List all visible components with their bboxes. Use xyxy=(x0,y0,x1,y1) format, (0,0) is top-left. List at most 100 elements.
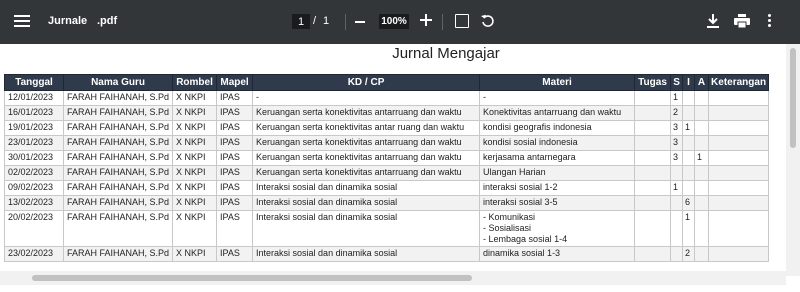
column-header: Keterangan xyxy=(708,74,770,91)
file-name: Jurnale xyxy=(48,15,88,27)
column-header: A xyxy=(694,74,710,91)
cell-guru: FARAH FAIHANAH, S.Pd xyxy=(62,105,174,121)
table-row: 16/01/2023 FARAH FAIHANAH, S.Pd X NKPI IPAS… xyxy=(4,105,770,121)
file-extension: .pdf xyxy=(97,15,118,27)
page-number-input[interactable] xyxy=(292,14,310,29)
cell-s: 3 xyxy=(670,150,684,166)
toolbar-divider xyxy=(345,14,346,30)
cell-a xyxy=(694,105,710,121)
cell-mapel: IPAS xyxy=(216,195,254,211)
cell-keterangan xyxy=(708,120,770,136)
cell-materi: Ulangan Harian xyxy=(479,165,636,181)
cell-kd: Keruangan serta konektivitas antarruang … xyxy=(252,105,481,121)
column-header: KD / CP xyxy=(252,74,481,91)
cell-rombel: X NKPI xyxy=(172,120,218,136)
rotate-icon[interactable] xyxy=(480,13,496,29)
cell-guru: FARAH FAIHANAH, S.Pd xyxy=(62,165,174,181)
table-header-row: Tanggal Nama Guru Rombel Mapel KD / CP M… xyxy=(4,74,770,91)
plus-icon[interactable] xyxy=(420,14,432,26)
cell-i: 6 xyxy=(682,195,696,211)
cell-kd: Interaksi sosial dan dinamika sosial xyxy=(252,180,481,196)
cell-kd: Keruangan serta konektivitas antarruang … xyxy=(252,165,481,181)
cell-keterangan xyxy=(708,90,770,106)
cell-rombel: X NKPI xyxy=(172,210,218,247)
table-row: 09/02/2023 FARAH FAIHANAH, S.Pd X NKPI IPAS… xyxy=(4,180,770,196)
scrollbar-thumb[interactable] xyxy=(790,48,796,148)
minus-icon[interactable] xyxy=(355,21,365,23)
materi-line: kondisi geografis indonesia xyxy=(483,122,592,132)
cell-mapel: IPAS xyxy=(216,120,254,136)
materi-line: interaksi sosial 1-2 xyxy=(483,182,558,192)
cell-mapel: IPAS xyxy=(216,150,254,166)
column-header: Tugas xyxy=(634,74,672,91)
cell-guru: FARAH FAIHANAH, S.Pd xyxy=(62,246,174,262)
cell-guru: FARAH FAIHANAH, S.Pd xyxy=(62,90,174,106)
cell-materi: dinamika sosial 1-3 xyxy=(479,246,636,262)
print-icon[interactable] xyxy=(734,14,750,28)
vertical-scrollbar[interactable] xyxy=(786,44,800,276)
fit-page-icon[interactable] xyxy=(455,14,469,28)
document-title: Jurnal Mengajar xyxy=(392,45,500,62)
cell-guru: FARAH FAIHANAH, S.Pd xyxy=(62,210,174,247)
column-header: Rombel xyxy=(172,74,218,91)
materi-line: kondisi sosial indonesia xyxy=(483,137,578,147)
cell-tanggal: 02/02/2023 xyxy=(4,165,64,181)
table-row: 02/02/2023 FARAH FAIHANAH, S.Pd X NKPI IPAS… xyxy=(4,165,770,181)
cell-rombel: X NKPI xyxy=(172,180,218,196)
cell-rombel: X NKPI xyxy=(172,90,218,106)
cell-guru: FARAH FAIHANAH, S.Pd xyxy=(62,135,174,151)
cell-s: 2 xyxy=(670,105,684,121)
cell-materi: interaksi sosial 3-5 xyxy=(479,195,636,211)
cell-guru: FARAH FAIHANAH, S.Pd xyxy=(62,195,174,211)
page-separator: / xyxy=(313,15,317,27)
horizontal-scrollbar[interactable] xyxy=(0,271,786,285)
cell-s: 3 xyxy=(670,135,684,151)
cell-s xyxy=(670,246,684,262)
cell-keterangan xyxy=(708,180,770,196)
cell-tugas xyxy=(634,135,672,151)
cell-i xyxy=(682,165,696,181)
table-row: 20/02/2023 FARAH FAIHANAH, S.Pd X NKPI IPAS… xyxy=(4,210,770,247)
cell-a xyxy=(694,90,710,106)
cell-s: 1 xyxy=(670,180,684,196)
cell-keterangan xyxy=(708,150,770,166)
cell-i xyxy=(682,150,696,166)
cell-rombel: X NKPI xyxy=(172,246,218,262)
cell-rombel: X NKPI xyxy=(172,150,218,166)
cell-materi: kondisi sosial indonesia xyxy=(479,135,636,151)
cell-tanggal: 12/01/2023 xyxy=(4,90,64,106)
cell-keterangan xyxy=(708,210,770,247)
cell-a xyxy=(694,165,710,181)
materi-line: - Komunikasi xyxy=(483,212,536,222)
column-header: Mapel xyxy=(216,74,254,91)
cell-mapel: IPAS xyxy=(216,180,254,196)
cell-tugas xyxy=(634,210,672,247)
cell-rombel: X NKPI xyxy=(172,195,218,211)
cell-tugas xyxy=(634,105,672,121)
cell-tugas xyxy=(634,195,672,211)
cell-keterangan xyxy=(708,105,770,121)
cell-rombel: X NKPI xyxy=(172,135,218,151)
cell-rombel: X NKPI xyxy=(172,105,218,121)
cell-tanggal: 13/02/2023 xyxy=(4,195,64,211)
cell-tugas xyxy=(634,246,672,262)
pdf-toolbar: Jurnale .pdf / 1 xyxy=(0,0,800,44)
table-row: 30/01/2023 FARAH FAIHANAH, S.Pd X NKPI IPAS… xyxy=(4,150,770,166)
zoom-input[interactable] xyxy=(379,14,409,29)
cell-tugas xyxy=(634,165,672,181)
cell-s xyxy=(670,165,684,181)
journal-table: Tanggal Nama Guru Rombel Mapel KD / CP M… xyxy=(4,74,770,262)
cell-kd: Keruangan serta konektivitas antar ruang… xyxy=(252,120,481,136)
scrollbar-thumb[interactable] xyxy=(32,275,472,281)
cell-kd: Interaksi sosial dan dinamika sosial xyxy=(252,195,481,211)
cell-tanggal: 09/02/2023 xyxy=(4,180,64,196)
cell-tanggal: 23/02/2023 xyxy=(4,246,64,262)
cell-a xyxy=(694,135,710,151)
menu-icon[interactable] xyxy=(14,13,32,31)
materi-line: - xyxy=(483,92,487,102)
cell-i xyxy=(682,105,696,121)
cell-a xyxy=(694,246,710,262)
more-vert-icon[interactable] xyxy=(768,14,772,28)
download-icon[interactable] xyxy=(706,13,720,29)
cell-tugas xyxy=(634,120,672,136)
